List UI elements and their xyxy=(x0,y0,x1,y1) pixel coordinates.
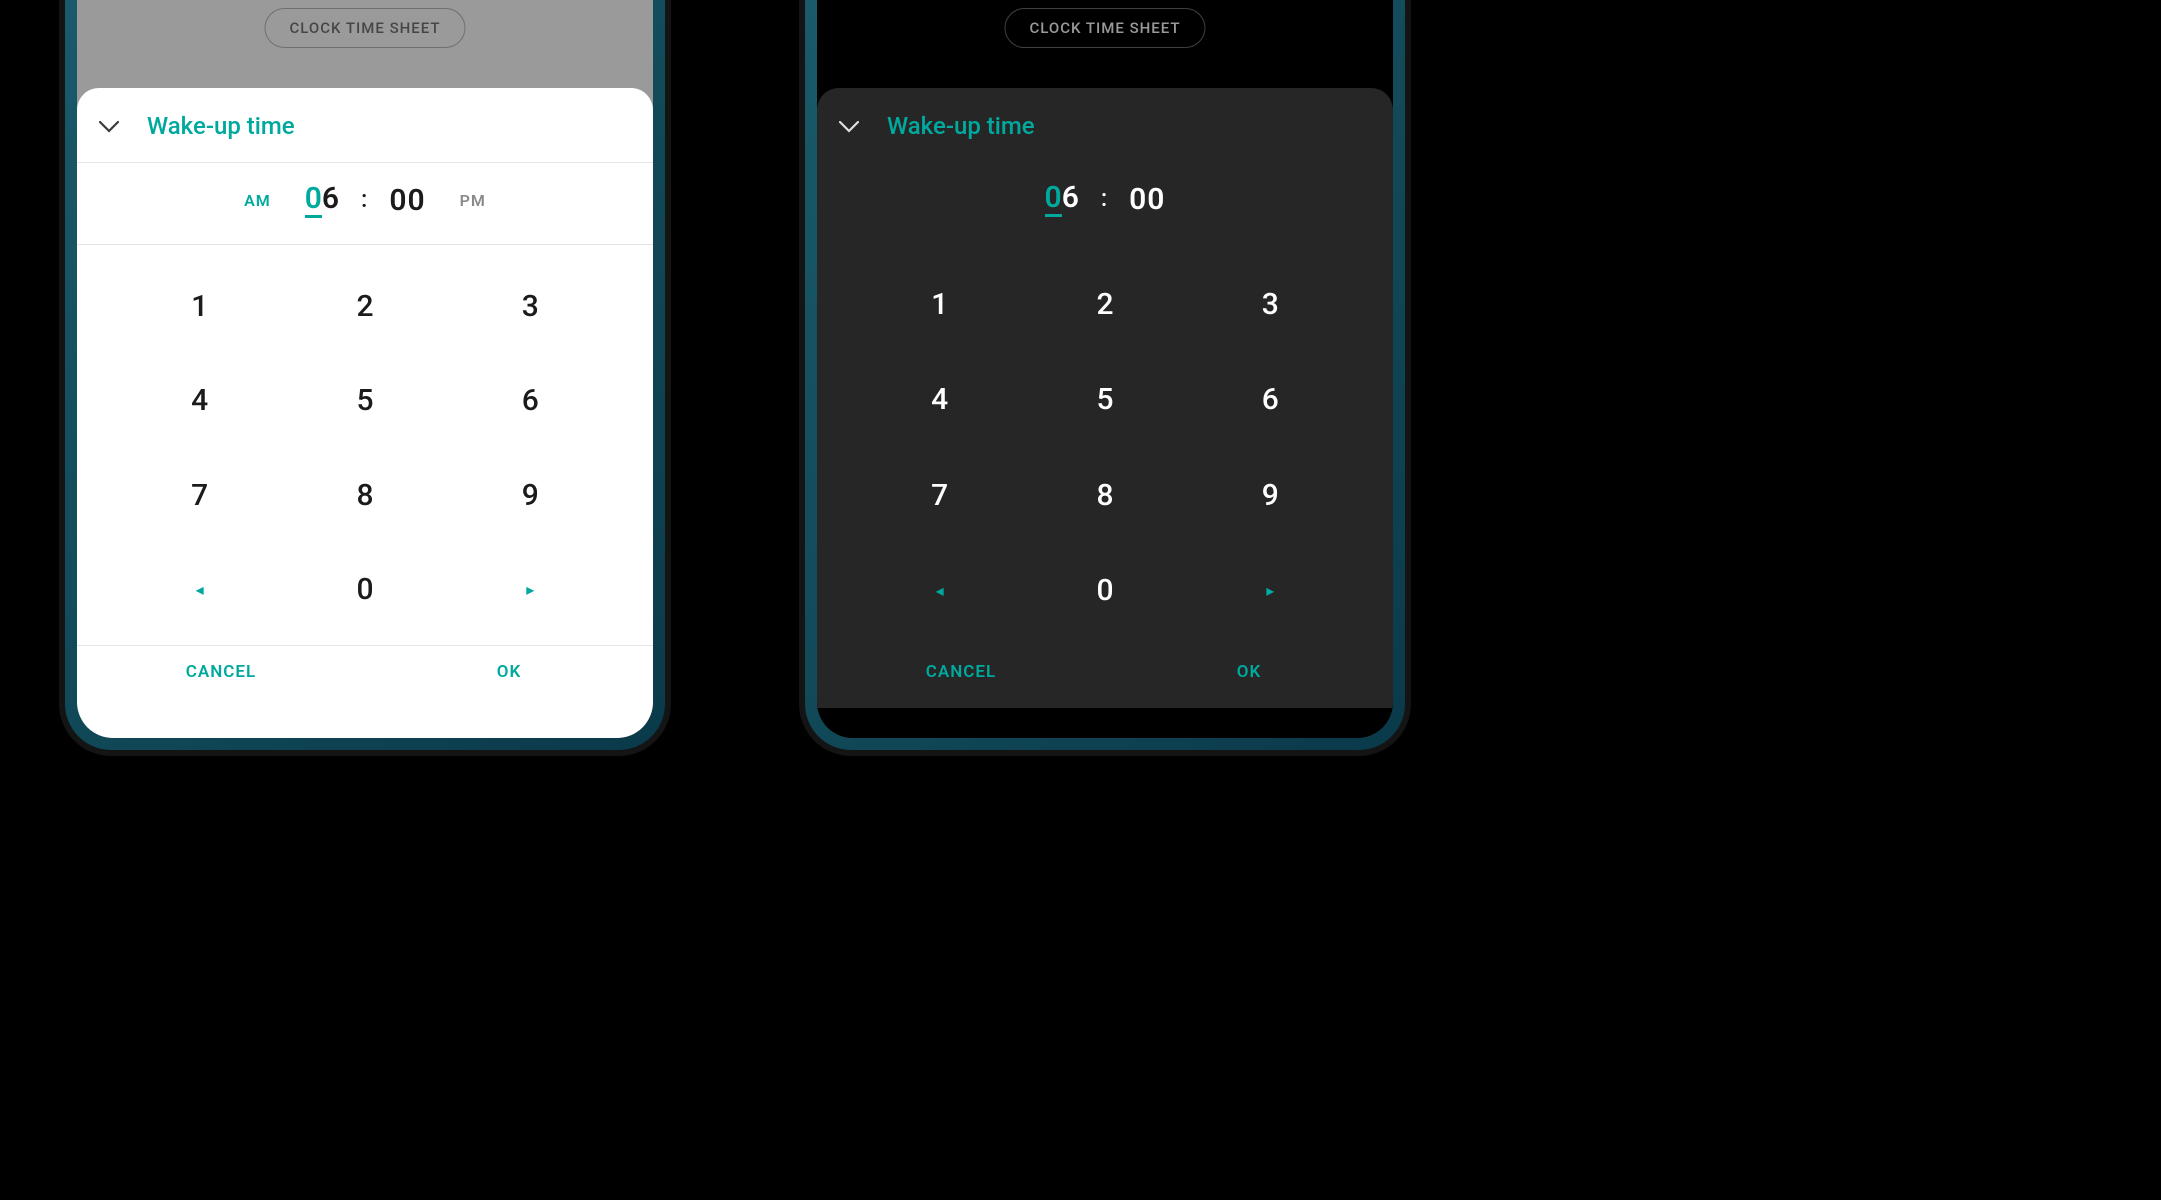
key-8[interactable]: 8 xyxy=(282,448,447,543)
phone-screen-dark: CLOCK TIME SHEET Wake-up time 06 : 00 1 xyxy=(817,0,1393,738)
hour-next-digit: 6 xyxy=(1062,182,1079,217)
key-9[interactable]: 9 xyxy=(1188,448,1353,543)
cancel-button[interactable]: CANCEL xyxy=(817,662,1105,682)
hour-cursor-digit: 0 xyxy=(1045,182,1062,217)
ok-button[interactable]: OK xyxy=(365,662,653,682)
key-1[interactable]: 1 xyxy=(857,257,1022,352)
key-3[interactable]: 3 xyxy=(1188,257,1353,352)
nav-bar xyxy=(817,708,1393,738)
key-1[interactable]: 1 xyxy=(117,259,282,354)
time-colon: : xyxy=(361,185,367,213)
cursor-left-icon[interactable]: ◂ xyxy=(117,543,282,638)
key-2[interactable]: 2 xyxy=(1022,257,1187,352)
phone-frame-dark: CLOCK TIME SHEET Wake-up time 06 : 00 1 xyxy=(805,0,1405,750)
key-7[interactable]: 7 xyxy=(117,448,282,543)
key-4[interactable]: 4 xyxy=(857,352,1022,447)
time-display[interactable]: 06 : 00 xyxy=(1045,182,1166,217)
key-9[interactable]: 9 xyxy=(448,448,613,543)
hours-field[interactable]: 06 xyxy=(305,183,339,218)
phone-screen-light: CLOCK TIME SHEET Wake-up time AM 06 : 00… xyxy=(77,0,653,738)
chevron-down-icon[interactable] xyxy=(99,114,119,139)
time-picker-sheet-light: Wake-up time AM 06 : 00 PM 1 2 3 4 5 xyxy=(77,88,653,708)
cursor-right-icon[interactable]: ▸ xyxy=(448,543,613,638)
sheet-header: Wake-up time xyxy=(77,88,653,163)
ok-button[interactable]: OK xyxy=(1105,662,1393,682)
hours-field[interactable]: 06 xyxy=(1045,182,1079,217)
hour-next-digit: 6 xyxy=(322,183,339,218)
key-3[interactable]: 3 xyxy=(448,259,613,354)
key-6[interactable]: 6 xyxy=(1188,352,1353,447)
key-5[interactable]: 5 xyxy=(282,354,447,449)
pm-toggle[interactable]: PM xyxy=(460,191,486,210)
sheet-footer: CANCEL OK xyxy=(77,645,653,708)
key-2[interactable]: 2 xyxy=(282,259,447,354)
key-8[interactable]: 8 xyxy=(1022,448,1187,543)
cursor-right-icon[interactable]: ▸ xyxy=(1188,543,1353,638)
time-picker-sheet-dark: Wake-up time 06 : 00 1 2 3 4 5 6 7 xyxy=(817,88,1393,708)
sheet-header: Wake-up time xyxy=(817,88,1393,162)
key-4[interactable]: 4 xyxy=(117,354,282,449)
chevron-down-icon[interactable] xyxy=(839,114,859,139)
sheet-footer: CANCEL OK xyxy=(817,646,1393,708)
cancel-button[interactable]: CANCEL xyxy=(77,662,365,682)
time-colon: : xyxy=(1101,184,1107,212)
sheet-title: Wake-up time xyxy=(887,112,1035,140)
hour-cursor-digit: 0 xyxy=(305,183,322,218)
time-display[interactable]: 06 : 00 xyxy=(305,183,426,218)
am-toggle[interactable]: AM xyxy=(244,191,271,210)
phone-frame-light: CLOCK TIME SHEET Wake-up time AM 06 : 00… xyxy=(65,0,665,750)
sheet-title: Wake-up time xyxy=(147,112,295,140)
key-7[interactable]: 7 xyxy=(857,448,1022,543)
clock-time-sheet-chip[interactable]: CLOCK TIME SHEET xyxy=(1004,8,1205,48)
key-5[interactable]: 5 xyxy=(1022,352,1187,447)
nav-bar xyxy=(77,708,653,738)
minutes-field[interactable]: 00 xyxy=(389,183,425,218)
numeric-keypad: 1 2 3 4 5 6 7 8 9 ◂ 0 ▸ xyxy=(817,243,1393,646)
key-0[interactable]: 0 xyxy=(282,543,447,638)
time-display-row: 06 : 00 xyxy=(817,162,1393,243)
time-display-row: AM 06 : 00 PM xyxy=(77,163,653,245)
minutes-field[interactable]: 00 xyxy=(1129,182,1165,217)
clock-time-sheet-chip[interactable]: CLOCK TIME SHEET xyxy=(264,8,465,48)
key-0[interactable]: 0 xyxy=(1022,543,1187,638)
cursor-left-icon[interactable]: ◂ xyxy=(857,543,1022,638)
numeric-keypad: 1 2 3 4 5 6 7 8 9 ◂ 0 ▸ xyxy=(77,245,653,645)
key-6[interactable]: 6 xyxy=(448,354,613,449)
